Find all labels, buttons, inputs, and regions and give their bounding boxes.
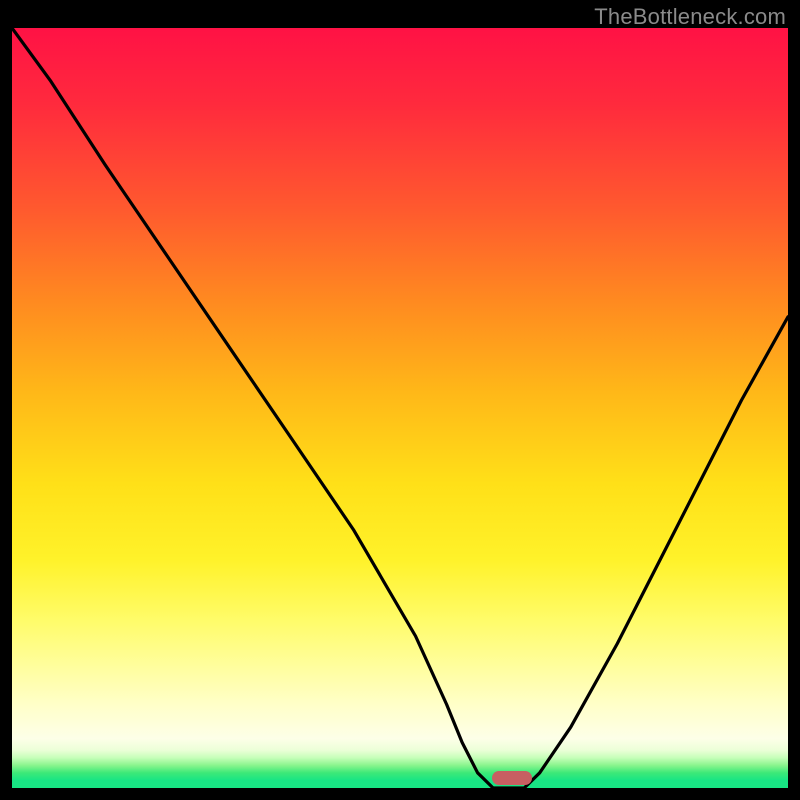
plot-area [12, 28, 788, 788]
chart-stage: TheBottleneck.com [0, 0, 800, 800]
bottleneck-curve [12, 28, 788, 788]
watermark-text: TheBottleneck.com [594, 4, 786, 30]
curve-path [12, 28, 788, 788]
optimal-marker [492, 771, 532, 785]
